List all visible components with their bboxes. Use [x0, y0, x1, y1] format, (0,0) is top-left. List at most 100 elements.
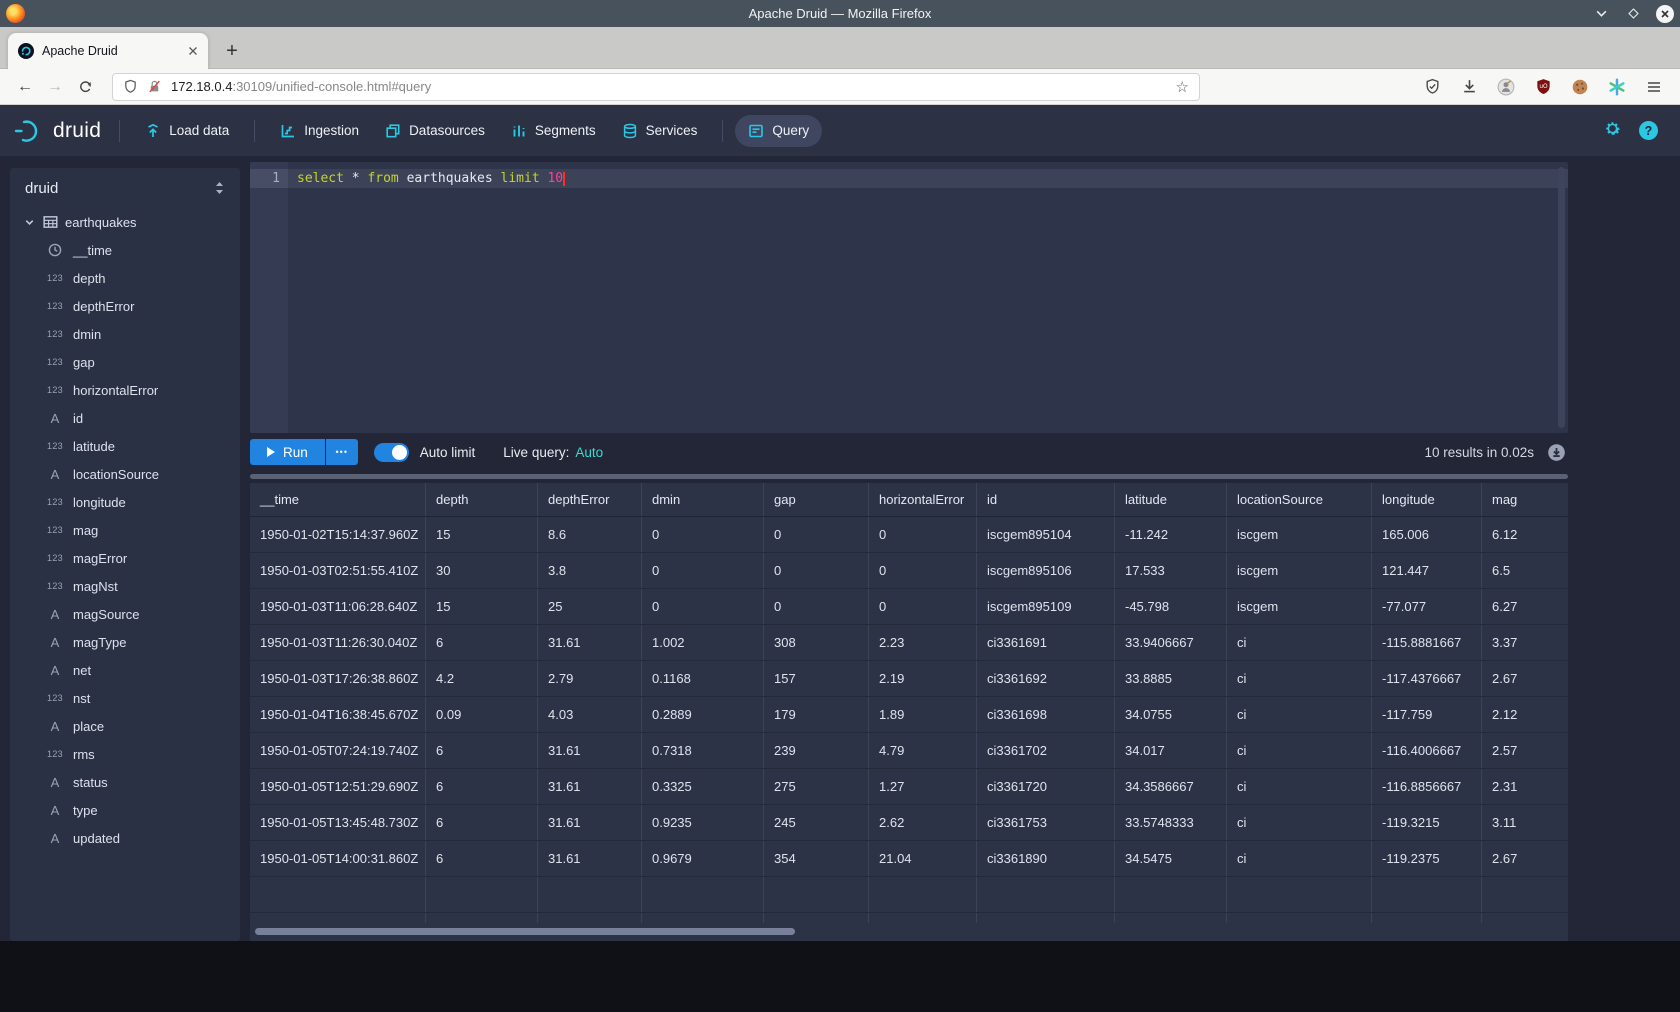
cell-longitude[interactable]: -119.3215 [1372, 805, 1482, 840]
column-item-__time[interactable]: __time [10, 236, 240, 264]
column-item-place[interactable]: Aplace [10, 712, 240, 740]
cell-latitude[interactable]: 17.533 [1115, 553, 1227, 588]
cell-horizontalError[interactable]: 4.79 [869, 733, 977, 768]
new-tab-button[interactable]: + [218, 37, 246, 65]
cell-__time[interactable]: 1950-01-05T12:51:29.690Z [250, 769, 426, 804]
table-item-earthquakes[interactable]: earthquakes [10, 208, 240, 236]
column-item-magError[interactable]: 123magError [10, 544, 240, 572]
cell-longitude[interactable]: -77.077 [1372, 589, 1482, 624]
cell-dmin[interactable]: 0 [642, 589, 764, 624]
scrollbar-handle[interactable] [255, 928, 795, 935]
maximize-icon[interactable] [1624, 5, 1642, 23]
cell-locationSource[interactable]: ci [1227, 841, 1372, 876]
column-header-locationSource[interactable]: locationSource [1227, 483, 1372, 516]
run-button[interactable]: Run [250, 439, 325, 465]
minimize-icon[interactable] [1592, 5, 1610, 23]
column-item-type[interactable]: Atype [10, 796, 240, 824]
settings-gear-icon[interactable] [1603, 119, 1622, 143]
cell-dmin[interactable]: 0 [642, 517, 764, 552]
cell-depth[interactable]: 15 [426, 517, 538, 552]
cell-depthError[interactable]: 2.79 [538, 661, 642, 696]
cell-latitude[interactable]: 34.3586667 [1115, 769, 1227, 804]
cell-__time[interactable]: 1950-01-04T16:38:45.670Z [250, 697, 426, 732]
snowflake-extension-icon[interactable] [1607, 77, 1627, 97]
cell-locationSource[interactable]: ci [1227, 769, 1372, 804]
cell-latitude[interactable]: -45.798 [1115, 589, 1227, 624]
cell-longitude[interactable]: -116.8856667 [1372, 769, 1482, 804]
column-header-depthError[interactable]: depthError [538, 483, 642, 516]
cell-mag[interactable]: 3.11 [1482, 805, 1568, 840]
cell-mag[interactable]: 6.12 [1482, 517, 1568, 552]
column-header-latitude[interactable]: latitude [1115, 483, 1227, 516]
cell-depthError[interactable]: 31.61 [538, 733, 642, 768]
cell-horizontalError[interactable]: 2.19 [869, 661, 977, 696]
cell-__time[interactable]: 1950-01-03T11:26:30.040Z [250, 625, 426, 660]
cell-gap[interactable]: 0 [764, 553, 869, 588]
cell-id[interactable]: ci3361720 [977, 769, 1115, 804]
shield-check-icon[interactable] [1422, 77, 1442, 97]
live-query-value[interactable]: Auto [575, 445, 603, 460]
column-item-dmin[interactable]: 123dmin [10, 320, 240, 348]
column-item-mag[interactable]: 123mag [10, 516, 240, 544]
column-item-magType[interactable]: AmagType [10, 628, 240, 656]
cell-gap[interactable]: 308 [764, 625, 869, 660]
cell-latitude[interactable]: -11.242 [1115, 517, 1227, 552]
cell-locationSource[interactable]: iscgem [1227, 553, 1372, 588]
cell-gap[interactable]: 275 [764, 769, 869, 804]
cell-mag[interactable]: 2.31 [1482, 769, 1568, 804]
cell-longitude[interactable]: 121.447 [1372, 553, 1482, 588]
extension-icon[interactable] [1496, 77, 1516, 97]
cell-longitude[interactable]: -117.4376667 [1372, 661, 1482, 696]
column-header-horizontalError[interactable]: horizontalError [869, 483, 977, 516]
nav-segments[interactable]: Segments [498, 115, 609, 147]
column-header-mag[interactable]: mag [1482, 483, 1568, 516]
cell-mag[interactable]: 6.5 [1482, 553, 1568, 588]
cell-locationSource[interactable]: ci [1227, 661, 1372, 696]
cell-gap[interactable]: 239 [764, 733, 869, 768]
cell-dmin[interactable]: 1.002 [642, 625, 764, 660]
cell-locationSource[interactable]: ci [1227, 697, 1372, 732]
cell-latitude[interactable]: 34.5475 [1115, 841, 1227, 876]
cell-latitude[interactable]: 33.5748333 [1115, 805, 1227, 840]
cell-horizontalError[interactable]: 0 [869, 517, 977, 552]
tab-apache-druid[interactable]: Apache Druid [8, 33, 208, 69]
cell-locationSource[interactable]: iscgem [1227, 517, 1372, 552]
cell-locationSource[interactable]: ci [1227, 733, 1372, 768]
cell-depth[interactable]: 15 [426, 589, 538, 624]
column-header-__time[interactable]: __time [250, 483, 426, 516]
cell-__time[interactable]: 1950-01-03T02:51:55.410Z [250, 553, 426, 588]
cell-horizontalError[interactable]: 21.04 [869, 841, 977, 876]
cell-mag[interactable]: 2.67 [1482, 661, 1568, 696]
cell-depth[interactable]: 0.09 [426, 697, 538, 732]
run-more-button[interactable]: ••• [326, 439, 358, 465]
cell-__time[interactable]: 1950-01-03T11:06:28.640Z [250, 589, 426, 624]
cell-depthError[interactable]: 8.6 [538, 517, 642, 552]
cell-depth[interactable]: 6 [426, 625, 538, 660]
cell-horizontalError[interactable]: 1.27 [869, 769, 977, 804]
cell-latitude[interactable]: 33.8885 [1115, 661, 1227, 696]
cell-__time[interactable]: 1950-01-05T14:00:31.860Z [250, 841, 426, 876]
cell-locationSource[interactable]: iscgem [1227, 589, 1372, 624]
cell-depth[interactable]: 6 [426, 841, 538, 876]
cell-gap[interactable]: 157 [764, 661, 869, 696]
nav-query[interactable]: Query [735, 115, 822, 147]
cell-id[interactable]: iscgem895109 [977, 589, 1115, 624]
sort-icon[interactable] [214, 181, 225, 195]
auto-limit-toggle[interactable] [374, 443, 409, 462]
cell-dmin[interactable]: 0.9679 [642, 841, 764, 876]
cell-id[interactable]: ci3361692 [977, 661, 1115, 696]
cell-__time[interactable]: 1950-01-05T13:45:48.730Z [250, 805, 426, 840]
cell-longitude[interactable]: -119.2375 [1372, 841, 1482, 876]
druid-brand[interactable]: druid [14, 118, 101, 144]
cell-depthError[interactable]: 3.8 [538, 553, 642, 588]
cell-depthError[interactable]: 31.61 [538, 841, 642, 876]
cell-horizontalError[interactable]: 1.89 [869, 697, 977, 732]
column-header-longitude[interactable]: longitude [1372, 483, 1482, 516]
cell-depth[interactable]: 30 [426, 553, 538, 588]
cell-longitude[interactable]: -115.8881667 [1372, 625, 1482, 660]
column-item-status[interactable]: Astatus [10, 768, 240, 796]
nav-services[interactable]: Services [609, 115, 711, 147]
cell-depthError[interactable]: 31.61 [538, 769, 642, 804]
tab-close-icon[interactable] [188, 46, 198, 56]
column-item-locationSource[interactable]: AlocationSource [10, 460, 240, 488]
